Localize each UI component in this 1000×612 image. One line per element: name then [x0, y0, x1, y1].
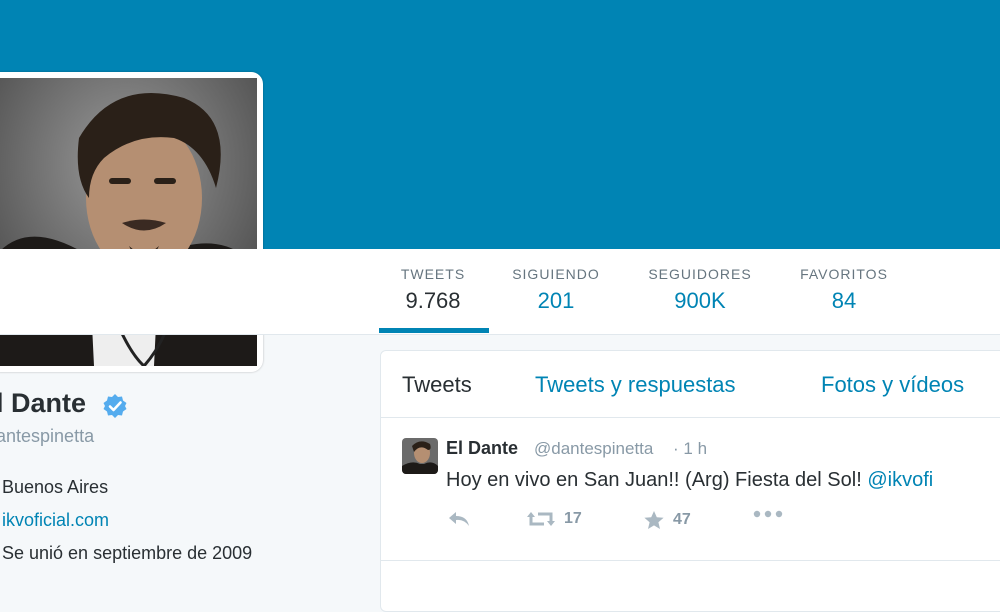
favorite-count: 47 — [673, 511, 691, 528]
reply-icon — [449, 512, 469, 526]
tweet-author-avatar-image — [402, 438, 438, 474]
timeline-tabs: Tweets Tweets y respuestas Fotos y vídeo… — [381, 351, 1000, 418]
retweet-count: 17 — [564, 510, 582, 527]
stat-favorites-value: 84 — [831, 288, 857, 313]
stat-tweets-label: TWEETS — [400, 266, 466, 282]
tab-tweets[interactable]: Tweets — [402, 372, 472, 398]
star-icon — [644, 511, 664, 529]
reply-button[interactable] — [446, 510, 472, 528]
retweet-icon — [527, 512, 555, 526]
stat-following-label: SIGUIENDO — [512, 266, 600, 282]
tab-photos-and-videos[interactable]: Fotos y vídeos — [821, 372, 964, 398]
profile-location: Buenos Aires — [2, 477, 109, 497]
tweet-text-body: Hoy en vivo en San Juan!! (Arg) Fiesta d… — [446, 469, 862, 491]
tweet-item[interactable]: El Dante @dantespinetta · 1 h Hoy en viv… — [381, 417, 1000, 561]
stat-followers-label: SEGUIDORES — [648, 266, 752, 282]
profile-name: l Dante — [0, 388, 87, 418]
tweet-mention-link[interactable]: @ikvofi — [867, 469, 933, 491]
tab-tweets-and-replies[interactable]: Tweets y respuestas — [535, 372, 736, 398]
tweet-author-avatar[interactable] — [402, 438, 438, 474]
tweet-time-separator: · — [673, 439, 679, 458]
stat-followers-value: 900K — [674, 288, 726, 313]
tweet-time-value: 1 h — [683, 439, 708, 458]
stat-following[interactable]: SIGUIENDO 201 — [504, 266, 608, 314]
stat-favorites-label: FAVORITOS — [800, 266, 888, 282]
stat-tweets[interactable]: TWEETS 9.768 — [394, 266, 472, 314]
more-actions-button[interactable] — [753, 510, 783, 518]
stat-tweets-value: 9.768 — [405, 288, 461, 313]
favorite-button[interactable]: 47 — [643, 510, 691, 530]
active-stat-underline — [379, 328, 489, 333]
timeline-panel: Tweets Tweets y respuestas Fotos y vídeo… — [380, 350, 1000, 612]
more-icon — [753, 510, 783, 518]
stat-followers[interactable]: SEGUIDORES 900K — [640, 266, 760, 314]
stat-following-value: 201 — [537, 288, 575, 313]
profile-joined-date: Se unió en septiembre de 2009 — [2, 543, 253, 563]
tweet-timestamp[interactable]: · 1 h — [673, 439, 707, 459]
stat-favorites[interactable]: FAVORITOS 84 — [790, 266, 898, 314]
retweet-button[interactable]: 17 — [526, 510, 582, 528]
tweet-text: Hoy en vivo en San Juan!! (Arg) Fiesta d… — [446, 469, 933, 492]
verified-badge-icon — [103, 394, 127, 418]
profile-handle[interactable]: antespinetta — [0, 426, 94, 447]
tweet-author-handle[interactable]: @dantespinetta — [534, 439, 653, 459]
profile-website-link[interactable]: ikvoficial.com — [2, 510, 109, 531]
tweet-author-name[interactable]: El Dante — [446, 438, 518, 459]
